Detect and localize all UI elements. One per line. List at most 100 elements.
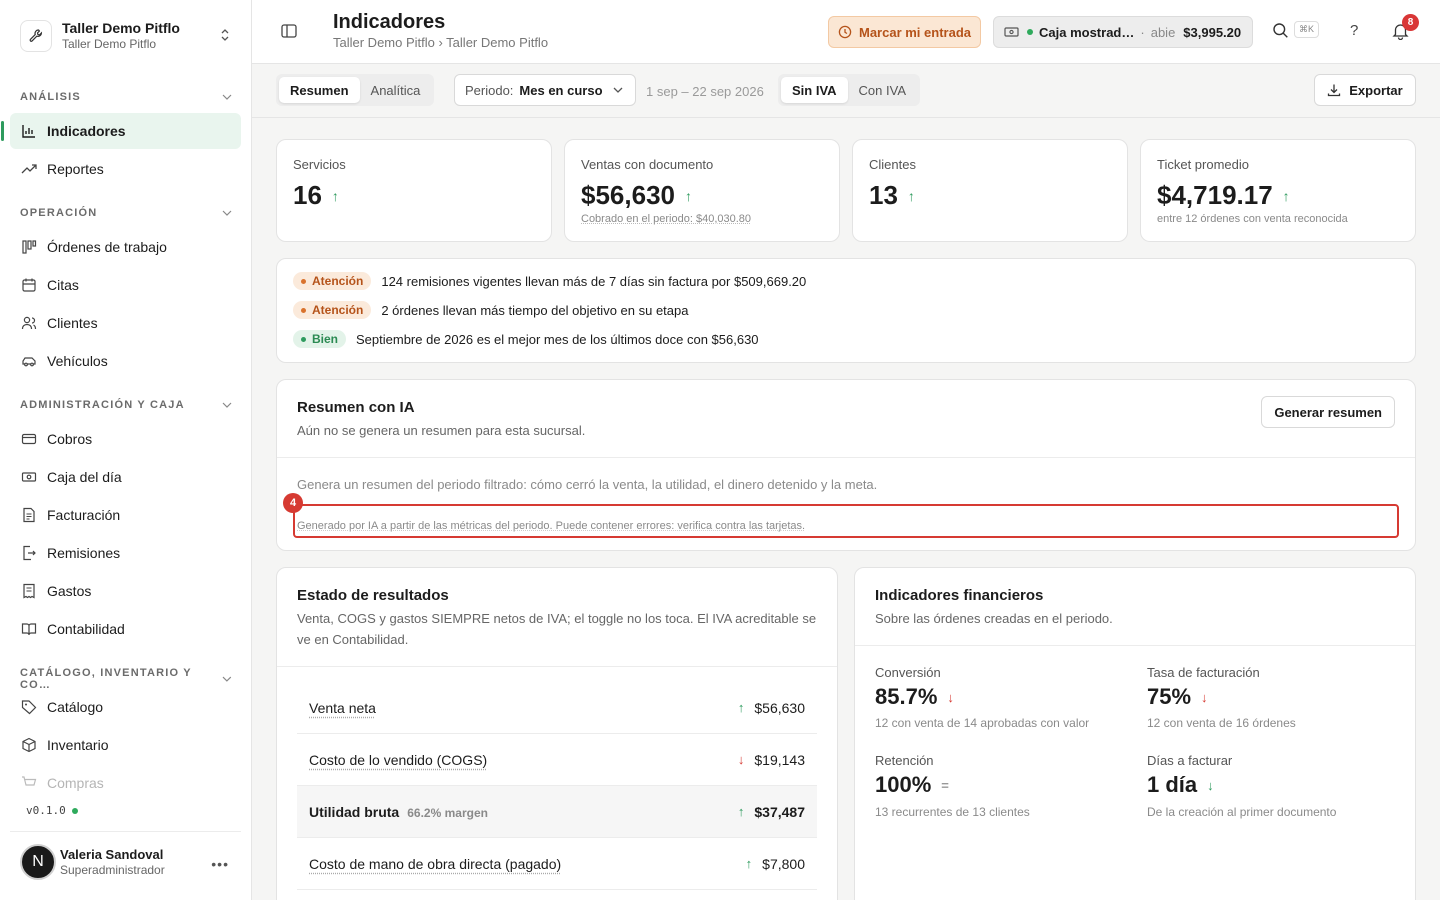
sidebar-item-remisiones[interactable]: Remisiones: [10, 535, 241, 571]
period-select[interactable]: Periodo: Mes en curso: [454, 74, 636, 106]
export-button[interactable]: Exportar: [1314, 74, 1416, 106]
tab-resumen[interactable]: Resumen: [279, 77, 360, 103]
table-row[interactable]: Costo de mano de obra directa (pagado) ↑…: [297, 838, 817, 890]
cash-register-selector[interactable]: Caja mostrad… · abie $3,995.20: [993, 16, 1253, 48]
kpi-note: Cobrado en el periodo: $40,030.80: [581, 213, 752, 225]
kpi-value: 13: [869, 180, 898, 210]
sidebar-item-citas[interactable]: Citas: [10, 267, 241, 303]
section-operacion[interactable]: OPERACIÓN: [20, 207, 232, 219]
section-subtitle: Sobre las órdenes creadas en el periodo.: [875, 611, 1113, 626]
table-row[interactable]: Costo de lo vendido (COGS) ↓ $19,143: [297, 734, 817, 786]
arrow-up-icon: ↑: [737, 700, 745, 715]
row-value: $7,800: [762, 855, 805, 872]
status-badge: Bien: [293, 330, 347, 348]
alert-item[interactable]: Atención 2 órdenes llevan más tiempo del…: [293, 301, 688, 319]
status-badge: Atención: [293, 272, 372, 290]
alert-item[interactable]: Atención 124 remisiones vigentes llevan …: [293, 272, 806, 290]
tab-analitica[interactable]: Analítica: [360, 77, 432, 103]
margin-note: 66.2% margen: [407, 805, 488, 820]
alert-item[interactable]: Bien Septiembre de 2026 es el mejor mes …: [293, 330, 759, 348]
sidebar-item-catalogo[interactable]: Catálogo: [10, 689, 241, 725]
notification-count-badge: 8: [1402, 14, 1419, 31]
users-icon: [20, 315, 37, 332]
sidebar-item-vehiculos[interactable]: Vehículos: [10, 343, 241, 379]
financial-indicators-card: Indicadores financieros Sobre las órdene…: [854, 567, 1416, 900]
sidebar-item-indicadores[interactable]: Indicadores: [1, 113, 241, 149]
status-badge: Atención: [293, 301, 372, 319]
alert-text: 2 órdenes llevan más tiempo del objetivo…: [381, 302, 689, 318]
kpi-value: 16: [293, 180, 322, 210]
trending-up-icon: [20, 161, 37, 178]
view-tabs: Resumen Analítica: [276, 74, 435, 106]
kpi-card-clientes: Clientes 13 ↑: [852, 139, 1128, 242]
row-label: Costo de mano de obra directa (pagado): [309, 855, 562, 872]
cash-register-amount: $3,995.20: [1183, 24, 1242, 40]
more-horizontal-icon[interactable]: •••: [211, 856, 229, 872]
cart-icon: [20, 775, 37, 792]
chevron-down-icon: [222, 676, 232, 682]
kpi-card-ticket: Ticket promedio $4,719.17 ↑ entre 12 órde…: [1140, 139, 1416, 242]
help-icon[interactable]: ?: [1350, 22, 1358, 39]
search-icon[interactable]: [1272, 22, 1289, 42]
chevron-down-icon: [222, 210, 232, 216]
metric-note: De la creación al primer documento: [1147, 805, 1337, 819]
sidebar-item-caja[interactable]: Caja del día: [10, 459, 241, 495]
workspace-subtitle: Taller Demo Pitflo: [62, 37, 157, 51]
metric-note: 12 con venta de 14 aprobadas con valor: [875, 716, 1090, 730]
row-label: Costo de lo vendido (COGS): [309, 751, 488, 768]
table-row[interactable]: Venta neta ↑ $56,630: [297, 682, 817, 734]
row-value: $37,487: [754, 803, 805, 820]
search-shortcut: ⌘K: [1294, 21, 1320, 38]
workspace-switcher[interactable]: Taller Demo Pitflo Taller Demo Pitflo: [10, 10, 242, 62]
kanban-icon: [20, 239, 37, 256]
section-title: Indicadores financieros: [875, 587, 1044, 604]
sidebar-toggle-icon[interactable]: [280, 22, 298, 43]
kpi-note: entre 12 órdenes con venta reconocida: [1157, 213, 1348, 225]
arrow-down-icon: ↓: [947, 689, 954, 705]
user-menu[interactable]: N Valeria Sandoval Superadministrador ••…: [10, 831, 241, 891]
section-administracion[interactable]: ADMINISTRACIÓN Y CAJA: [20, 399, 232, 411]
top-bar: Indicadores Taller Demo Pitflo › Taller …: [252, 0, 1440, 64]
receipt-icon: [20, 583, 37, 600]
mark-entry-button[interactable]: Marcar mi entrada: [828, 16, 981, 48]
metric-value: 100%: [875, 772, 932, 797]
arrow-up-icon: ↑: [1282, 187, 1290, 204]
sidebar-item-cobros[interactable]: Cobros: [10, 421, 241, 457]
row-label: Venta neta: [309, 699, 376, 716]
sidebar-item-compras[interactable]: Compras: [10, 765, 241, 801]
section-subtitle: Venta, COGS y gastos SIEMPRE netos de IV…: [297, 611, 817, 647]
section-title: Resumen con IA: [297, 399, 415, 416]
iva-on-option[interactable]: Con IVA: [848, 77, 917, 103]
sidebar-item-inventario[interactable]: Inventario: [10, 727, 241, 763]
metric-note: 13 recurrentes de 13 clientes: [875, 805, 1030, 819]
metric-value: 85.7%: [875, 684, 938, 709]
tag-icon: [20, 699, 37, 716]
section-catalogo[interactable]: CATÁLOGO, INVENTARIO Y CO…: [20, 667, 232, 691]
cash-register-status: abie: [1150, 24, 1176, 40]
breadcrumb[interactable]: Taller Demo Pitflo › Taller Demo Pitflo: [333, 35, 548, 50]
generate-summary-button[interactable]: Generar resumen: [1261, 396, 1395, 428]
chevron-down-icon: [222, 402, 232, 408]
table-row[interactable]: Utilidad bruta 66.2% margen ↑ $37,487: [297, 786, 817, 838]
sidebar-item-gastos[interactable]: Gastos: [10, 573, 241, 609]
arrow-up-icon: ↑: [684, 187, 692, 204]
ai-disclaimer: Generado por IA a partir de las métricas…: [297, 520, 806, 532]
status-dot-icon: [71, 807, 78, 814]
sidebar-item-ordenes[interactable]: Órdenes de trabajo: [10, 229, 241, 265]
sidebar-item-contabilidad[interactable]: Contabilidad: [10, 611, 241, 647]
cash-register-name: Caja mostrad…: [1039, 24, 1135, 40]
user-name: Valeria Sandoval: [60, 846, 164, 862]
kpi-label: Ticket promedio: [1157, 157, 1249, 172]
chevron-down-icon: [222, 94, 232, 100]
kpi-card-servicios: Servicios 16 ↑: [276, 139, 552, 242]
metric-value: 75%: [1147, 684, 1192, 709]
sidebar-item-clientes[interactable]: Clientes: [10, 305, 241, 341]
iva-off-option[interactable]: Sin IVA: [781, 77, 848, 103]
kpi-label: Servicios: [293, 157, 346, 172]
section-analisis[interactable]: ANÁLISIS: [20, 91, 232, 103]
sidebar-item-reportes[interactable]: Reportes: [10, 151, 241, 187]
app-version: v0.1.0: [26, 804, 78, 817]
iva-toggle: Sin IVA Con IVA: [778, 74, 920, 106]
sidebar-item-facturacion[interactable]: Facturación: [10, 497, 241, 533]
metric-value: 1 día: [1147, 772, 1198, 797]
